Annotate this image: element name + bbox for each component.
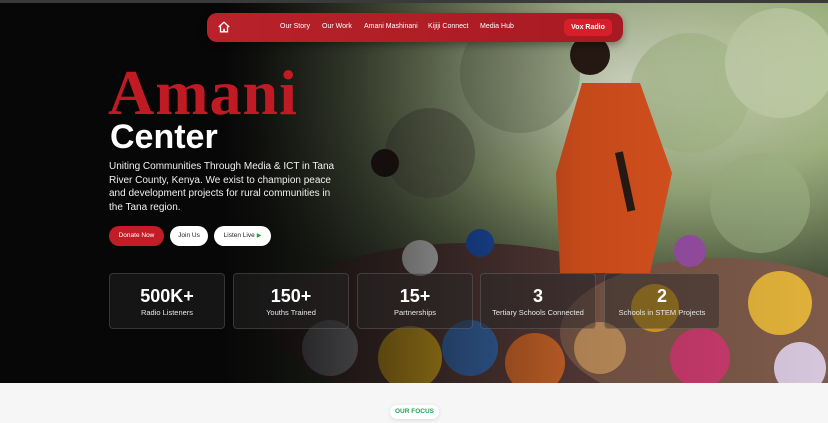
listen-live-label: Listen Live [223,232,255,239]
stat-label: Radio Listeners [140,308,194,317]
stat-label: Schools in STEM Projects [618,308,706,317]
stat-value: 500K+ [140,286,194,306]
stat-card: 3 Tertiary Schools Connected [480,273,596,329]
stat-label: Partnerships [393,308,437,317]
play-icon: ▶ [256,233,262,239]
our-focus-badge: OUR FOCUS [390,405,439,419]
hero-tagline: Uniting Communities Through Media & ICT … [109,161,335,213]
listen-live-button[interactable]: Listen Live ▶ [214,226,271,246]
nav-kijiji-connect[interactable]: Kijiji Connect [428,23,468,30]
hero-section: Our Story Our Work Amani Mashinani Kijij… [0,3,828,383]
nav-media-hub[interactable]: Media Hub [480,23,514,30]
stat-value: 3 [532,286,543,306]
home-icon[interactable] [217,20,231,34]
stat-value: 2 [656,286,667,306]
stat-card: 150+ Youths Trained [233,273,349,329]
nav-our-story[interactable]: Our Story [280,23,310,30]
join-us-button[interactable]: Join Us [170,226,208,246]
hero-title-main: Center [110,118,218,156]
stat-card: 15+ Partnerships [357,273,473,329]
stat-card: 500K+ Radio Listeners [109,273,225,329]
stat-label: Youths Trained [266,308,316,317]
nav-our-work[interactable]: Our Work [322,23,352,30]
stat-label: Tertiary Schools Connected [492,308,584,317]
stat-card: 2 Schools in STEM Projects [604,273,720,329]
vox-radio-button[interactable]: Vox Radio [564,19,612,36]
stat-value: 15+ [399,286,431,306]
nav-amani-mashinani[interactable]: Amani Mashinani [364,23,418,30]
stat-value: 150+ [270,286,312,306]
hero-title-accent: Amani [108,57,298,128]
donate-button[interactable]: Donate Now [109,226,164,246]
main-nav: Our Story Our Work Amani Mashinani Kijij… [207,13,623,42]
